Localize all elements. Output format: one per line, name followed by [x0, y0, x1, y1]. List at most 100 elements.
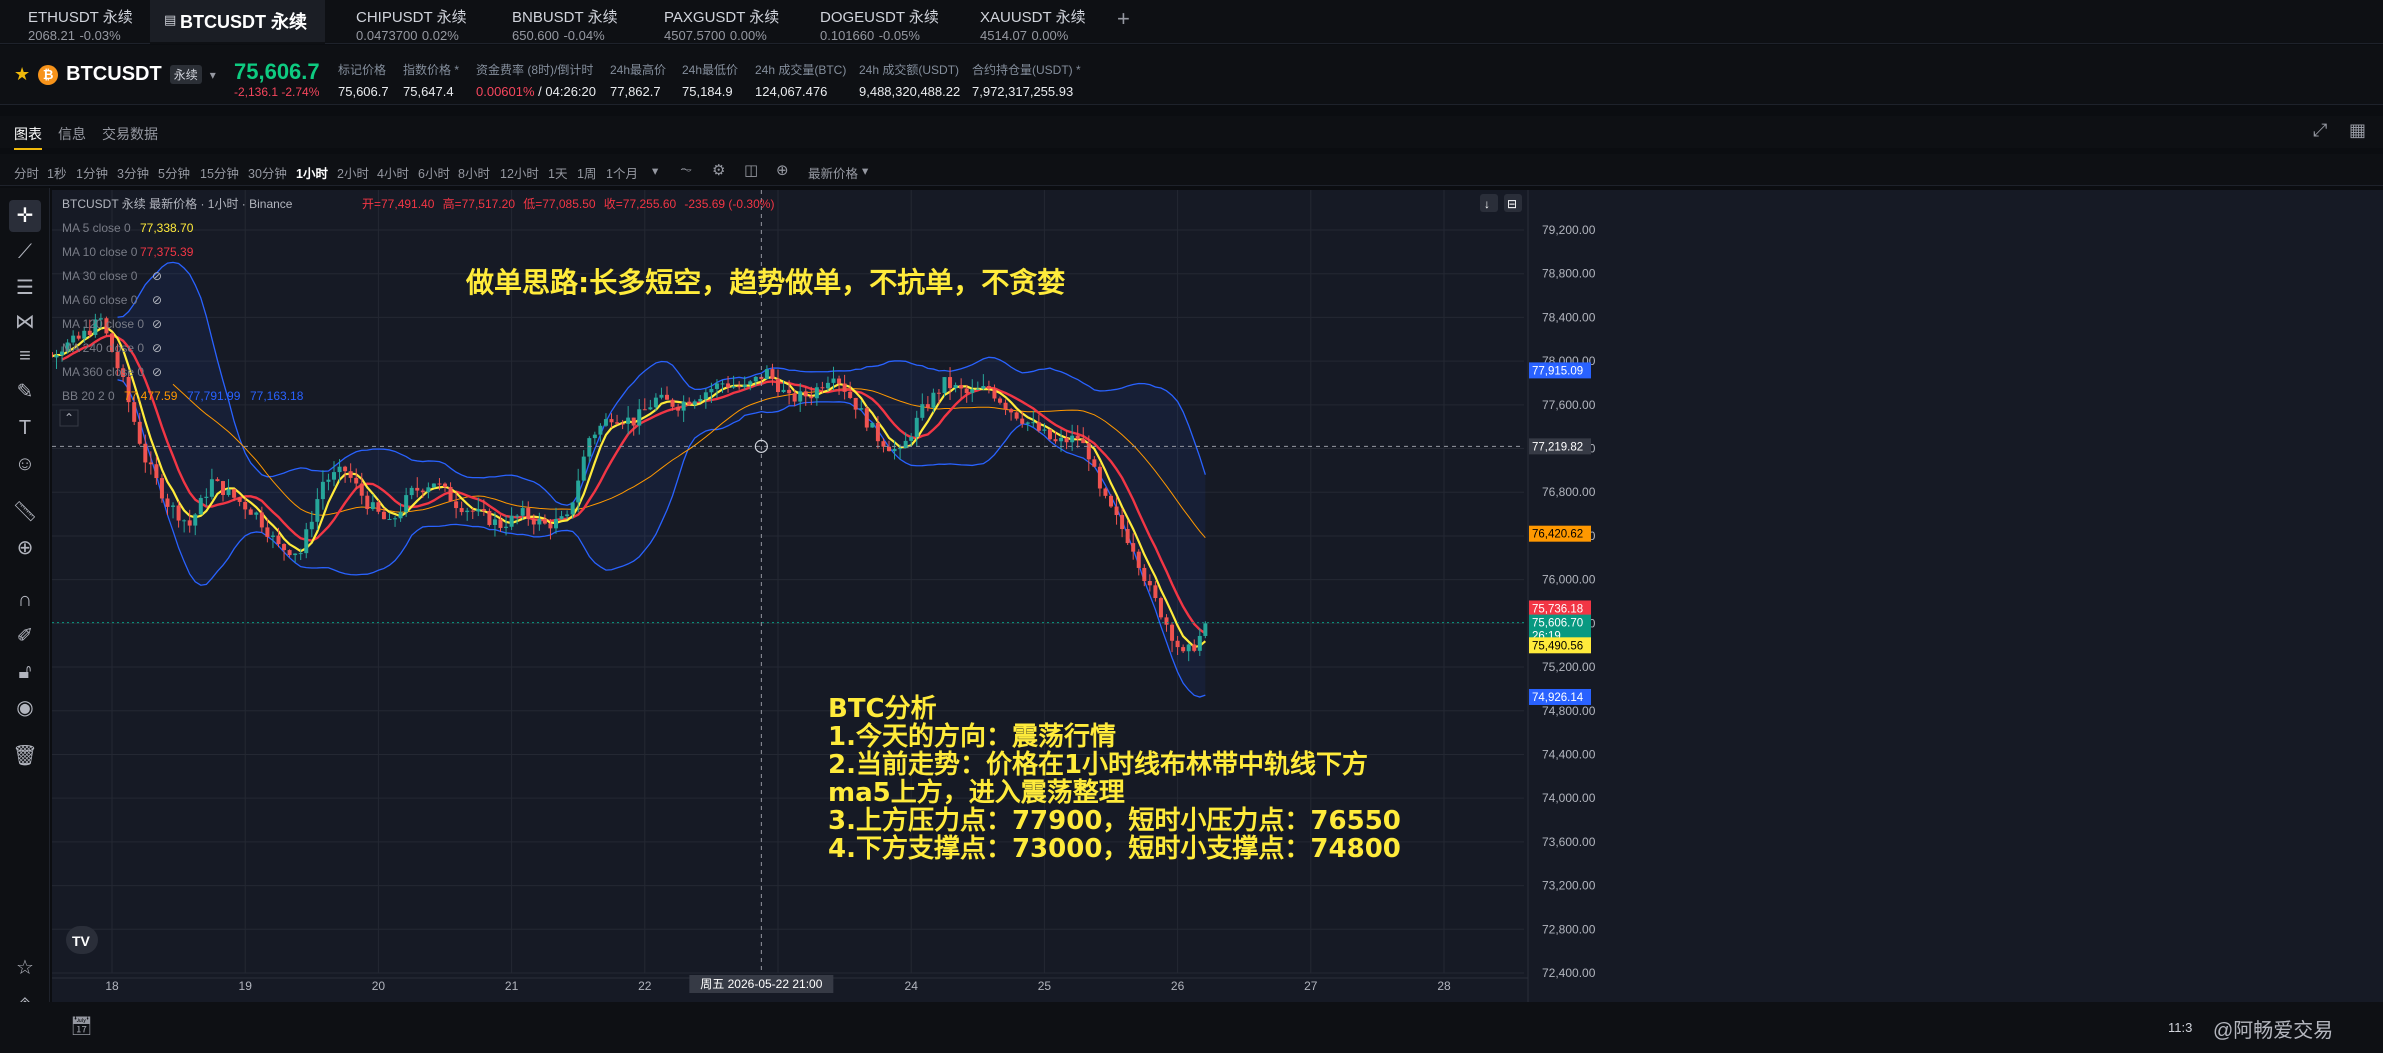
candle-body: [404, 495, 409, 513]
crosshair-icon[interactable]: ✛: [9, 200, 41, 232]
trash-icon[interactable]: 🗑︎: [9, 740, 41, 772]
candle-body: [293, 553, 298, 556]
lock-drawing-icon[interactable]: ✐: [9, 620, 41, 652]
candle-body: [959, 385, 964, 389]
timeframe-1[interactable]: 1秒: [47, 163, 66, 182]
timeframe-11[interactable]: 8小时: [458, 163, 490, 182]
candle-body: [387, 518, 392, 520]
candle-body: [931, 392, 936, 408]
time-tick-label: 26: [1171, 979, 1185, 993]
candle-body: [165, 498, 170, 507]
camera-icon[interactable]: ◫: [744, 161, 758, 179]
price-chart[interactable]: 181920212223242526272879,200.0078,800.00…: [52, 190, 2383, 1002]
timeframe-2[interactable]: 1分钟: [76, 163, 108, 182]
add-tab-button[interactable]: +: [1117, 6, 1130, 32]
zoom-in-icon[interactable]: ⊕: [9, 532, 41, 564]
candle-body: [448, 486, 453, 502]
timeframe-7[interactable]: 1小时: [296, 163, 328, 182]
candle-body: [820, 387, 825, 389]
expand-icon[interactable]: ⤢: [2313, 120, 2327, 141]
calendar-icon[interactable]: 📅︎: [70, 1016, 93, 1037]
candle-body: [892, 449, 897, 452]
symbol-tab[interactable]: ETHUSDT 永续 2068.21 -0.03%: [14, 0, 147, 44]
timeframe-10[interactable]: 6小时: [418, 163, 450, 182]
symbol-tab[interactable]: XAUUSDT 永续 4514.07 0.00%: [966, 0, 1100, 44]
candle-body: [476, 509, 481, 512]
indicator-icon[interactable]: ⏦: [680, 161, 692, 178]
settings-icon[interactable]: ⚙: [712, 161, 725, 179]
favorite-star-icon[interactable]: ★: [14, 64, 30, 85]
tab-info[interactable]: 信息: [58, 124, 86, 144]
candle-body: [798, 391, 803, 402]
eye-icon[interactable]: ◉: [9, 692, 41, 724]
candle-body: [176, 505, 181, 521]
time-tick-label: 28: [1437, 979, 1451, 993]
timeframe-0[interactable]: 分时: [14, 163, 39, 182]
candle-body: [470, 510, 475, 512]
tab-change: -0.04%: [563, 28, 605, 43]
candle-body: [764, 369, 769, 379]
timeframe-3[interactable]: 3分钟: [117, 163, 149, 182]
candle-body: [659, 394, 664, 398]
ruler-icon[interactable]: 📏︎: [9, 496, 41, 528]
stat-value: 75,184.9: [682, 84, 733, 99]
chevron-down-icon[interactable]: ▾: [862, 163, 868, 178]
projection-icon[interactable]: ≡: [9, 340, 41, 372]
time-tick-label: 22: [638, 979, 652, 993]
analysis-line: 3.上方压力点：77900，短时小压力点：76550: [828, 805, 1401, 836]
magnet-icon[interactable]: ∩: [9, 584, 41, 616]
candle-body: [431, 483, 436, 488]
price-tick-label: 72,400.00: [1542, 966, 1596, 980]
symbol-tab[interactable]: BTCUSDT 永续 ▤: [150, 0, 325, 44]
trend-line-icon[interactable]: ⟋: [9, 236, 41, 268]
candle-body: [359, 483, 364, 496]
pattern-icon[interactable]: ⋈: [9, 306, 41, 338]
candle-body: [720, 383, 725, 385]
emoji-icon[interactable]: ☺: [9, 448, 41, 480]
candle-body: [1114, 506, 1119, 516]
candle-body: [254, 512, 259, 515]
fib-icon[interactable]: ☰: [9, 272, 41, 304]
stat-label: 标记价格: [338, 63, 387, 77]
timeframe-5[interactable]: 15分钟: [200, 163, 239, 182]
lock-icon[interactable]: 🔓︎: [9, 656, 41, 688]
tab-chart[interactable]: 图表: [14, 124, 42, 150]
candle-body: [603, 419, 608, 426]
timeframe-9[interactable]: 4小时: [377, 163, 409, 182]
ohlc-close: 收=77,255.60: [604, 197, 677, 211]
candle-body: [76, 335, 81, 339]
timeframe-8[interactable]: 2小时: [337, 163, 369, 182]
timeframe-14[interactable]: 1周: [577, 163, 596, 182]
bb-label: BB 20 2 0: [62, 389, 115, 403]
candle-body: [1092, 459, 1097, 467]
price-type-select[interactable]: 最新价格: [808, 163, 858, 182]
candle-body: [187, 520, 192, 526]
stat-label: 合约持仓量(USDT) *: [972, 63, 1081, 77]
timeframe-15[interactable]: 1个月: [606, 163, 638, 182]
add-icon[interactable]: ⊕: [776, 161, 789, 179]
star-icon[interactable]: ☆: [9, 952, 41, 984]
candle-body: [1125, 529, 1130, 544]
drawing-toolbar: ✛ ⟋ ☰ ⋈ ≡ ✎ T ☺ 📏︎ ⊕ ∩ ✐ 🔓︎ ◉ 🗑︎ ☆ ◈: [0, 188, 50, 1053]
text-icon[interactable]: T: [9, 412, 41, 444]
price-label: 77,219.82: [1532, 441, 1583, 453]
ohlc-high: 高=77,517.20: [443, 196, 516, 211]
candle-body: [576, 480, 581, 503]
chevron-down-icon[interactable]: ▾: [652, 163, 658, 178]
layout-icon[interactable]: ▦: [2349, 120, 2366, 141]
candle-body: [653, 397, 658, 408]
timeframe-12[interactable]: 12小时: [500, 163, 539, 182]
symbol-tab[interactable]: PAXGUSDT 永续 4507.5700 0.00%: [650, 0, 793, 44]
timeframe-6[interactable]: 30分钟: [248, 163, 287, 182]
candle-body: [1025, 422, 1030, 424]
symbol-selector[interactable]: ★ ₿ BTCUSDT 永续 ▾: [14, 63, 216, 86]
timeframe-4[interactable]: 5分钟: [158, 163, 190, 182]
symbol-tab[interactable]: DOGEUSDT 永续 0.101660 -0.05%: [806, 0, 953, 44]
chevron-down-icon[interactable]: ▾: [210, 68, 216, 82]
symbol-tab[interactable]: BNBUSDT 永续 650.600 -0.04%: [498, 0, 632, 44]
tab-trading-data[interactable]: 交易数据: [102, 124, 158, 144]
timeframe-13[interactable]: 1天: [548, 163, 567, 182]
candle-body: [831, 378, 836, 383]
symbol-tab[interactable]: CHIPUSDT 永续 0.0473700 0.02%: [342, 0, 481, 44]
brush-icon[interactable]: ✎: [9, 376, 41, 408]
